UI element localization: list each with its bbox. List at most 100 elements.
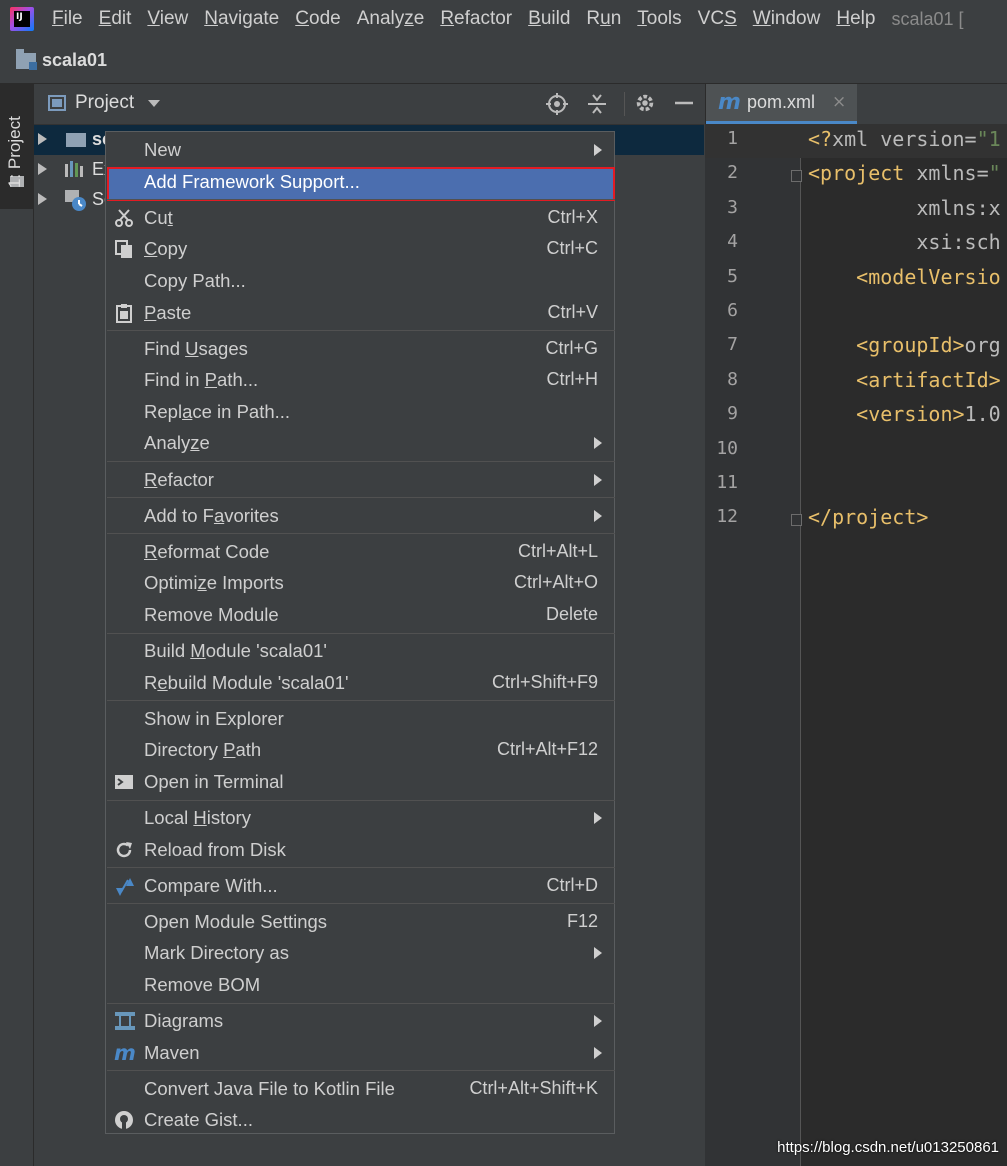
code-line: <groupId>org: [808, 333, 1001, 358]
menu-item-create-gist[interactable]: Create Gist...: [107, 1104, 615, 1136]
menu-edit[interactable]: Edit: [99, 8, 132, 30]
menu-item-find-usages[interactable]: Find Usages Ctrl+G: [107, 333, 615, 365]
reload-icon: [114, 840, 134, 860]
paste-icon: [114, 303, 134, 323]
code-line: <?xml version="1: [808, 127, 1001, 151]
code-line: <modelVersio: [808, 264, 1001, 289]
menu-item-label: Compare With...: [144, 874, 278, 896]
maven-icon: m: [114, 1040, 136, 1065]
line-number: 8: [727, 368, 738, 390]
menu-item-analyze[interactable]: Analyze: [107, 427, 615, 459]
menu-run[interactable]: Run: [586, 8, 621, 30]
menu-item-shortcut: Ctrl+V: [547, 301, 598, 322]
menu-item-optimize-imports[interactable]: Optimize Imports Ctrl+Alt+O: [107, 567, 615, 599]
menu-item-directory-path[interactable]: Directory Path Ctrl+Alt+F12: [107, 734, 615, 766]
menu-item-label: Convert Java File to Kotlin File: [144, 1077, 395, 1099]
code-line: <version>1.0: [808, 402, 1001, 427]
menu-item-label: Mark Directory as: [144, 942, 289, 964]
menu-item-convert-java-file-to-kotlin-file[interactable]: Convert Java File to Kotlin File Ctrl+Alt…: [107, 1073, 615, 1105]
menu-code[interactable]: Code: [295, 8, 340, 30]
terminal-icon: [114, 772, 134, 792]
menu-vcs[interactable]: VCS: [698, 8, 737, 30]
menu-item-shortcut: Ctrl+D: [546, 874, 598, 895]
menu-item-compare-with[interactable]: Compare With... Ctrl+D: [107, 870, 615, 902]
menu-item-copy-path[interactable]: Copy Path...: [107, 265, 615, 297]
menu-item-remove-module[interactable]: Remove Module Delete: [107, 599, 615, 631]
compare-icon: [114, 876, 134, 896]
project-panel-title[interactable]: Project: [75, 92, 134, 114]
line-number: 9: [727, 403, 738, 425]
menu-item-label: Rebuild Module 'scala01': [144, 671, 349, 693]
menu-navigate[interactable]: Navigate: [204, 8, 279, 30]
menu-item-label: Open in Terminal: [144, 770, 284, 792]
menu-item-build-module-scala01[interactable]: Build Module 'scala01': [107, 635, 615, 667]
menu-tools[interactable]: Tools: [637, 8, 681, 30]
menu-file[interactable]: File: [52, 8, 83, 30]
line-number: 4: [727, 231, 738, 253]
menu-window[interactable]: Window: [753, 8, 821, 30]
menu-item-cut[interactable]: Cut Ctrl+X: [107, 202, 615, 234]
locate-icon[interactable]: [545, 92, 569, 119]
minimize-icon[interactable]: [674, 92, 694, 117]
menu-separator: [107, 199, 615, 201]
menu-view[interactable]: View: [147, 8, 188, 30]
menu-refactor[interactable]: Refactor: [440, 8, 512, 30]
menu-item-local-history[interactable]: Local History: [107, 802, 615, 834]
gear-icon[interactable]: [634, 92, 656, 117]
module-folder-icon: [66, 133, 86, 147]
menu-item-label: Build Module 'scala01': [144, 640, 327, 661]
menu-item-copy[interactable]: Copy Ctrl+C: [107, 233, 615, 265]
menu-item-label: Find Usages: [144, 337, 248, 359]
tab-label[interactable]: pom.xml: [747, 92, 815, 113]
menu-separator: [107, 632, 615, 634]
expand-arrow-icon[interactable]: [38, 133, 47, 145]
cut-icon: [114, 208, 134, 228]
context-menu: New Add Framework Support... Cut Ctrl+X Copy…: [105, 131, 615, 1134]
menu-item-add-framework-support[interactable]: Add Framework Support...: [107, 166, 615, 198]
breadcrumb[interactable]: scala01: [42, 50, 107, 71]
expand-arrow-icon[interactable]: [38, 163, 47, 175]
collapse-all-icon[interactable]: [585, 92, 609, 119]
menu-build[interactable]: Build: [528, 8, 570, 30]
line-number: 10: [716, 437, 738, 459]
menu-item-remove-bom[interactable]: Remove BOM: [107, 969, 615, 1001]
menu-item-label: Directory Path: [144, 739, 262, 761]
menu-item-shortcut: Ctrl+C: [546, 238, 598, 259]
menu-item-label: New: [144, 139, 182, 160]
chevron-down-icon[interactable]: [148, 100, 160, 107]
menu-item-show-in-explorer[interactable]: Show in Explorer: [107, 703, 615, 735]
line-number: 5: [727, 265, 738, 287]
menu-item-label: Optimize Imports: [144, 572, 284, 594]
fold-marker-icon[interactable]: [791, 514, 802, 526]
copy-icon: [114, 239, 134, 259]
menu-item-replace-in-path[interactable]: Replace in Path...: [107, 396, 615, 428]
window-title: scala01 [: [891, 8, 964, 29]
menu-analyze[interactable]: Analyze: [357, 8, 425, 30]
menu-item-paste[interactable]: Paste Ctrl+V: [107, 297, 615, 329]
menu-item-open-in-terminal[interactable]: Open in Terminal: [107, 766, 615, 798]
menu-item-shortcut: Ctrl+Alt+F12: [496, 739, 598, 760]
menu-help[interactable]: Help: [836, 8, 875, 30]
fold-marker-icon[interactable]: [791, 170, 802, 182]
menu-item-open-module-settings[interactable]: Open Module Settings F12: [107, 906, 615, 938]
menu-item-mark-directory-as[interactable]: Mark Directory as: [107, 937, 615, 969]
project-tool-tab-label[interactable]: 1: Project: [5, 116, 25, 188]
menu-item-maven[interactable]: m Maven: [107, 1037, 615, 1069]
line-number: 2: [727, 162, 738, 184]
menu-item-refactor[interactable]: Refactor: [107, 464, 615, 496]
menu-item-label: Remove BOM: [144, 974, 261, 995]
expand-arrow-icon[interactable]: [38, 193, 47, 205]
menu-item-new[interactable]: New: [107, 134, 615, 166]
watermark: https://blog.csdn.net/u013250861: [777, 1139, 999, 1156]
submenu-arrow-icon: [594, 437, 602, 450]
menu-item-rebuild-module-scala01[interactable]: Rebuild Module 'scala01' Ctrl+Shift+F9: [107, 667, 615, 699]
menu-item-reformat-code[interactable]: Reformat Code Ctrl+Alt+L: [107, 536, 615, 568]
menu-item-diagrams[interactable]: Diagrams: [107, 1005, 615, 1037]
menu-item-add-to-favorites[interactable]: Add to Favorites: [107, 500, 615, 532]
menu-separator: [107, 799, 615, 801]
line-number: 12: [716, 506, 738, 528]
menu-item-find-in-path[interactable]: Find in Path... Ctrl+H: [107, 364, 615, 396]
menu-item-reload-from-disk[interactable]: Reload from Disk: [107, 834, 615, 866]
close-icon[interactable]: ×: [832, 92, 846, 112]
menu-separator: [107, 533, 615, 535]
